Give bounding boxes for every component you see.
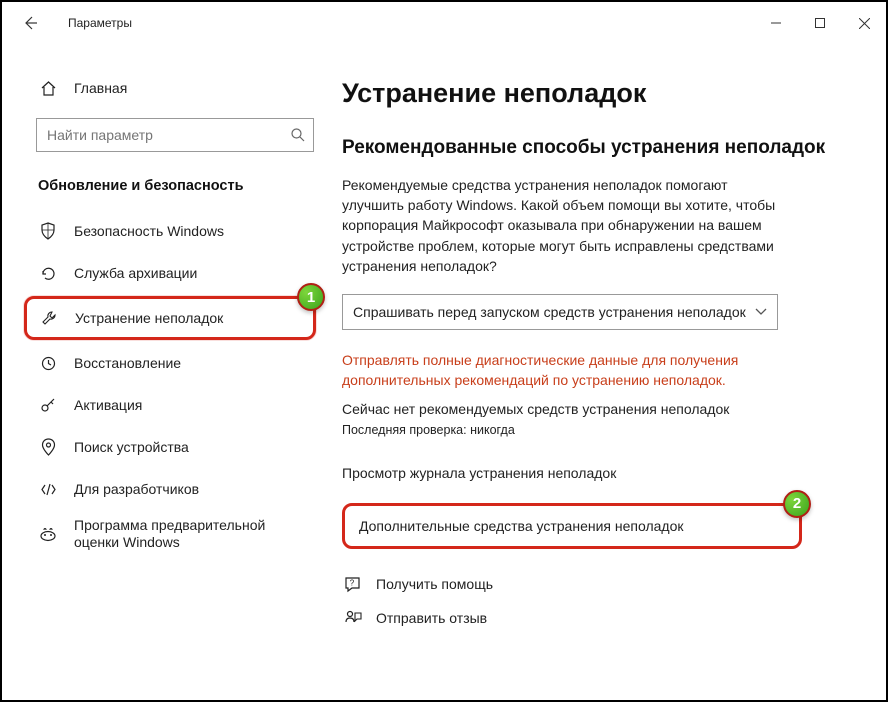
- section-body: Рекомендуемые средства устранения непола…: [342, 175, 782, 276]
- search-container: [36, 118, 314, 152]
- svg-text:?: ?: [349, 578, 354, 587]
- backup-icon: [38, 265, 58, 282]
- sidebar-item-activation[interactable]: Активация: [2, 384, 332, 426]
- arrow-left-icon: [22, 15, 38, 31]
- maximize-button[interactable]: [798, 2, 842, 44]
- last-check-text: Последняя проверка: никогда: [342, 423, 846, 437]
- sidebar-item-label: Безопасность Windows: [74, 223, 224, 239]
- sidebar-item-windows-security[interactable]: Безопасность Windows: [2, 210, 332, 252]
- sidebar-item-developers[interactable]: Для разработчиков: [2, 468, 332, 510]
- home-label: Главная: [74, 80, 127, 96]
- sidebar-item-recovery[interactable]: Восстановление: [2, 342, 332, 384]
- sidebar-section-header: Обновление и безопасность: [2, 152, 332, 210]
- wrench-icon: [39, 310, 59, 327]
- maximize-icon: [815, 18, 825, 28]
- chevron-down-icon: [755, 308, 767, 316]
- minimize-button[interactable]: [754, 2, 798, 44]
- shield-icon: [38, 222, 58, 240]
- sidebar-item-label: Активация: [74, 397, 142, 413]
- recovery-icon: [38, 355, 58, 372]
- additional-tools-highlight: Дополнительные средства устранения непол…: [342, 503, 802, 549]
- feedback-label: Отправить отзыв: [376, 610, 487, 626]
- key-icon: [38, 397, 58, 414]
- troubleshoot-select[interactable]: Спрашивать перед запуском средств устран…: [342, 294, 778, 330]
- sidebar-item-label: Устранение неполадок: [75, 310, 223, 326]
- minimize-icon: [771, 18, 781, 28]
- window-controls: [754, 2, 886, 44]
- sidebar-item-insider[interactable]: Программа предварительной оценки Windows: [2, 510, 332, 558]
- sidebar-item-troubleshoot[interactable]: Устранение неполадок 1: [24, 296, 316, 340]
- developer-icon: [38, 481, 58, 498]
- additional-tools-link[interactable]: Дополнительные средства устранения непол…: [359, 518, 785, 534]
- feedback-link[interactable]: Отправить отзыв: [342, 610, 846, 627]
- insider-icon: [38, 526, 58, 542]
- select-value: Спрашивать перед запуском средств устран…: [353, 304, 755, 320]
- callout-badge-1: 1: [297, 283, 325, 311]
- sidebar-item-backup[interactable]: Служба архивации: [2, 252, 332, 294]
- status-text: Сейчас нет рекомендуемых средств устране…: [342, 401, 846, 417]
- location-icon: [38, 438, 58, 456]
- search-icon: [290, 127, 306, 143]
- callout-badge-2: 2: [783, 490, 811, 518]
- section-subtitle: Рекомендованные способы устранения непол…: [342, 135, 846, 161]
- sidebar-item-label: Служба архивации: [74, 265, 197, 281]
- history-link[interactable]: Просмотр журнала устранения неполадок: [342, 465, 846, 481]
- home-button[interactable]: Главная: [2, 68, 332, 108]
- back-button[interactable]: [16, 9, 44, 37]
- close-icon: [859, 18, 870, 29]
- sidebar-item-label: Поиск устройства: [74, 439, 189, 455]
- get-help-link[interactable]: ? Получить помощь: [342, 575, 846, 594]
- sidebar-item-label: Для разработчиков: [74, 481, 199, 497]
- feedback-icon: [342, 610, 364, 627]
- sidebar-item-find-device[interactable]: Поиск устройства: [2, 426, 332, 468]
- window-title: Параметры: [68, 16, 132, 30]
- help-icon: ?: [342, 575, 364, 594]
- search-input[interactable]: [36, 118, 314, 152]
- home-icon: [38, 80, 58, 97]
- page-title: Устранение неполадок: [342, 78, 846, 109]
- titlebar: Параметры: [2, 2, 886, 44]
- sidebar-item-label: Программа предварительной оценки Windows: [74, 517, 314, 552]
- get-help-label: Получить помощь: [376, 576, 493, 592]
- diagnostic-notice-link[interactable]: Отправлять полные диагностические данные…: [342, 350, 782, 391]
- close-button[interactable]: [842, 2, 886, 44]
- sidebar-item-label: Восстановление: [74, 355, 181, 371]
- main-content: Устранение неполадок Рекомендованные спо…: [332, 44, 886, 700]
- sidebar: Главная Обновление и безопасность Безопа…: [2, 44, 332, 700]
